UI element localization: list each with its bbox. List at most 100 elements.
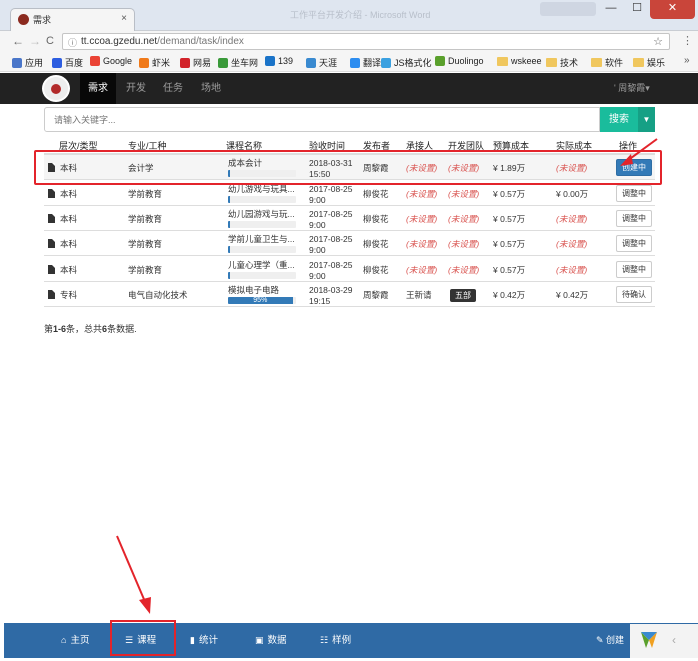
user-menu[interactable]: ' 周黎霞▾: [614, 73, 650, 104]
reload-icon[interactable]: C: [46, 34, 54, 48]
create-link[interactable]: ✎ 创建: [596, 623, 624, 658]
bookmark-item[interactable]: 翻译: [350, 56, 381, 69]
address-bar: ← → C ⓘ tt.ccoa.gzedu.net/demand/task/in…: [0, 31, 698, 52]
bookmarks-bar: » 应用 百度 Google 虾米 网易 坐车网 139 天涯 翻译 JS格式化 Duolingo w…: [0, 52, 698, 72]
back-icon[interactable]: ←: [12, 34, 24, 48]
cell-time: 9:00: [309, 195, 326, 205]
cell-team: (未设置): [448, 239, 480, 249]
nav-task[interactable]: 任务: [156, 73, 190, 104]
url-path: /demand/task/index: [157, 36, 244, 47]
cell-course[interactable]: 幼儿园游戏与玩...: [228, 209, 295, 219]
cell-taker: (未设置): [406, 265, 438, 275]
nav-develop[interactable]: 开发: [119, 73, 153, 104]
url-input[interactable]: ⓘ tt.ccoa.gzedu.net/demand/task/index ☆: [62, 33, 670, 50]
action-button[interactable]: 调整中: [616, 261, 652, 278]
cell-level: 本科: [60, 239, 78, 249]
progress-bar: [228, 196, 296, 203]
folder-icon: [497, 56, 508, 66]
bookmark-item[interactable]: 技术: [546, 56, 578, 69]
forward-icon[interactable]: →: [29, 34, 41, 48]
table-row[interactable]: 本科 学前教育 儿童心理学（重... 2017-08-25 9:00 柳俊花 (未设置) (未…: [44, 257, 655, 282]
cell-course[interactable]: 模拟电子电路: [228, 285, 279, 295]
search-group: 搜索 ▼: [44, 107, 655, 132]
bookmark-item[interactable]: 139: [265, 56, 293, 66]
bottom-nav-data[interactable]: ▣ 数据: [255, 623, 287, 658]
cell-team: (未设置): [448, 214, 480, 224]
bookmark-item[interactable]: 天涯: [306, 56, 337, 69]
cell-team: (未设置): [448, 189, 480, 199]
file-icon: [48, 290, 55, 299]
cell-publisher: 柳俊花: [363, 214, 389, 224]
maximize-button[interactable]: ☐: [624, 0, 650, 19]
cell-budget: ¥ 0.57万: [493, 239, 526, 249]
bookmark-item[interactable]: Google: [90, 56, 132, 66]
cell-actual: (未设置): [556, 265, 588, 275]
briefcase-icon: ▣: [255, 635, 264, 645]
bookmark-icon: [435, 56, 445, 66]
bottom-nav-samples[interactable]: ☷ 样例: [320, 623, 351, 658]
bottom-nav-home[interactable]: ⌂ 主页: [61, 623, 89, 658]
list-alt-icon: ☷: [320, 635, 329, 645]
bookmarks-more-icon[interactable]: »: [684, 55, 690, 66]
cell-major: 学前教育: [128, 239, 163, 249]
table-row[interactable]: 专科 电气自动化技术 模拟电子电路 2018-03-29 19:15 周黎霞 王新请 五部 ¥ …: [44, 282, 655, 307]
info-icon[interactable]: ⓘ: [68, 36, 77, 49]
action-button[interactable]: 调整中: [616, 210, 652, 227]
cell-actual: ¥ 0.00万: [556, 189, 589, 199]
annotation-arrow-bottom: [116, 535, 151, 614]
cell-publisher: 柳俊花: [363, 239, 389, 249]
browser-tab[interactable]: 需求 ×: [10, 8, 135, 31]
search-input[interactable]: [44, 107, 600, 132]
cell-team: (未设置): [448, 265, 480, 275]
bookmark-item[interactable]: wskeee: [497, 56, 542, 66]
bookmark-star-icon[interactable]: ☆: [653, 35, 663, 48]
search-button[interactable]: 搜索: [600, 107, 638, 132]
nav-venue[interactable]: 场地: [194, 73, 228, 104]
close-button[interactable]: ✕: [650, 0, 695, 19]
cell-level: 本科: [60, 214, 78, 224]
user-profile-tag[interactable]: [540, 2, 596, 16]
nav-demand[interactable]: 需求: [80, 73, 116, 104]
bookmark-icon: [306, 57, 316, 68]
cell-actual: (未设置): [556, 214, 588, 224]
file-icon: [48, 239, 55, 248]
action-button[interactable]: 调整中: [616, 185, 652, 202]
action-button[interactable]: 调整中: [616, 235, 652, 252]
bookmark-item[interactable]: 坐车网: [218, 56, 258, 69]
tab-title: 需求: [33, 15, 52, 25]
bookmark-item[interactable]: 娱乐: [633, 56, 665, 69]
bottom-nav-stats[interactable]: ▮ 统计: [190, 623, 218, 658]
yii-logo-icon[interactable]: [638, 629, 660, 651]
cell-taker: (未设置): [406, 189, 438, 199]
bookmark-item[interactable]: 软件: [591, 56, 623, 69]
action-button[interactable]: 待确认: [616, 286, 652, 303]
cell-date: 2017-08-25: [309, 260, 353, 270]
edit-icon: ✎: [596, 635, 607, 645]
cell-course[interactable]: 儿童心理学（重...: [228, 260, 295, 270]
browser-menu-icon[interactable]: ⋮: [682, 34, 693, 47]
search-dropdown-icon[interactable]: ▼: [638, 107, 655, 132]
cell-major: 学前教育: [128, 189, 163, 199]
cell-course[interactable]: 学前儿童卫生与...: [228, 234, 295, 244]
bookmark-item[interactable]: Duolingo: [435, 56, 484, 66]
bookmark-item[interactable]: 虾米: [139, 56, 170, 69]
cell-course[interactable]: 幼儿游戏与玩具...: [228, 184, 295, 194]
folder-icon: [546, 58, 557, 67]
table-row[interactable]: 本科 学前教育 幼儿园游戏与玩... 2017-08-25 9:00 柳俊花 (未设置) (未…: [44, 206, 655, 231]
tab-close-icon[interactable]: ×: [121, 13, 127, 24]
cell-publisher: 柳俊花: [363, 189, 389, 199]
bookmark-item[interactable]: JS格式化: [381, 56, 432, 69]
bookmark-item[interactable]: 网易: [180, 56, 211, 69]
bookmark-item[interactable]: 应用: [12, 56, 43, 69]
app-navbar: 需求 开发 任务 场地 ' 周黎霞▾: [0, 73, 698, 104]
bookmark-icon: [265, 56, 275, 66]
site-logo[interactable]: [42, 75, 70, 102]
collapse-chevron-icon[interactable]: ‹: [672, 633, 676, 647]
table-row[interactable]: 本科 学前教育 学前儿童卫生与... 2017-08-25 9:00 柳俊花 (未设置) (未…: [44, 231, 655, 256]
bookmark-icon: [350, 57, 360, 68]
bookmark-item[interactable]: 百度: [52, 56, 83, 69]
cell-time: 9:00: [309, 220, 326, 230]
bookmark-icon: [52, 57, 62, 68]
minimize-button[interactable]: —: [598, 0, 624, 19]
file-icon: [48, 189, 55, 198]
